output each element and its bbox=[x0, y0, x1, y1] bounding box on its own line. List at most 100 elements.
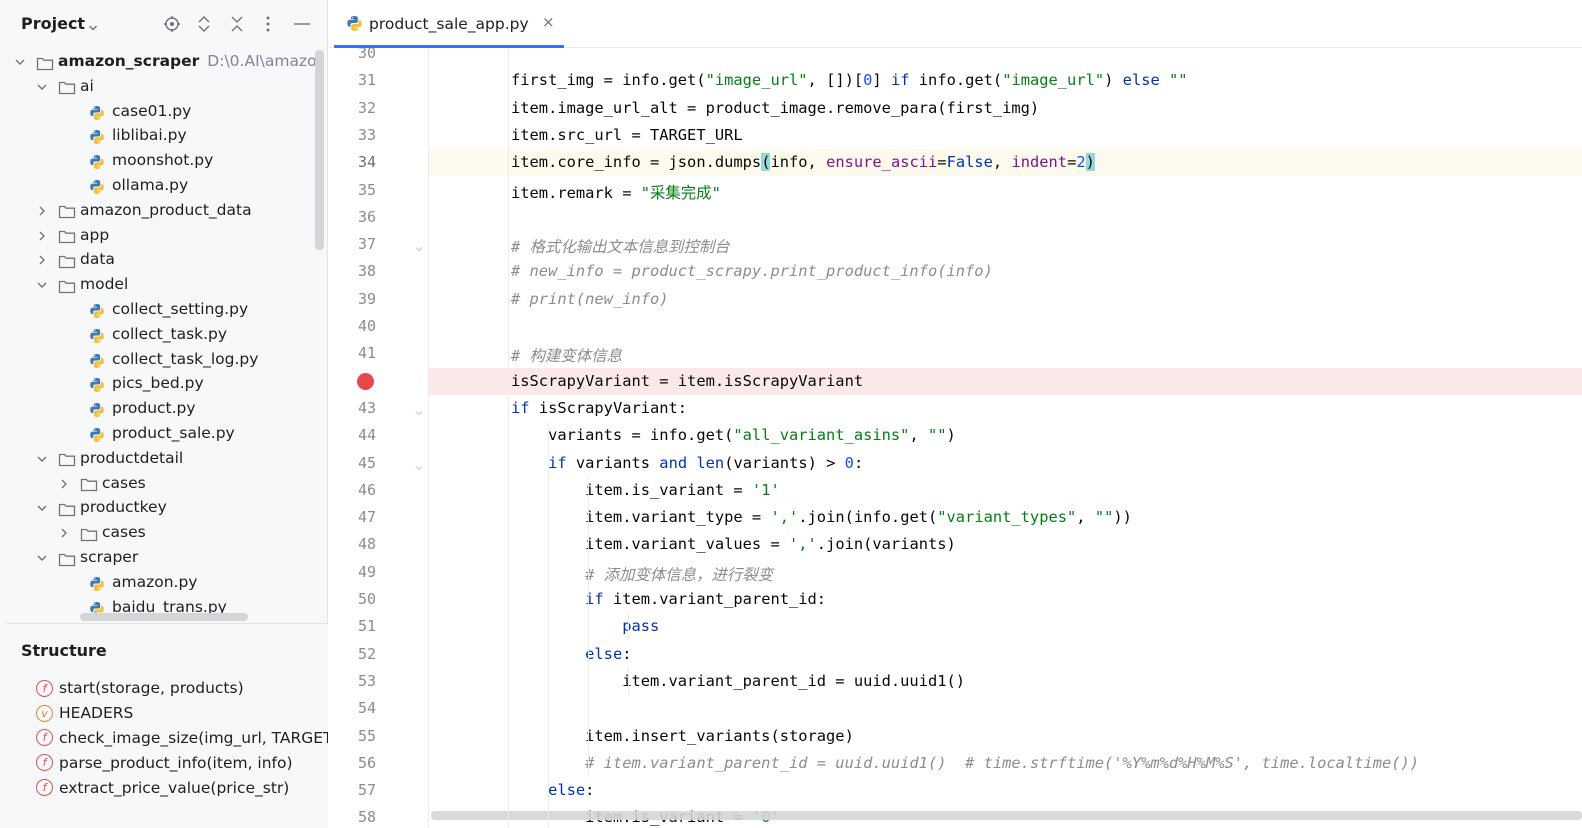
code-line[interactable]: 41 # 构建变体信息 bbox=[328, 340, 1582, 367]
tree-item-label: productdetail bbox=[80, 448, 184, 467]
code-token: "image_url" bbox=[1002, 71, 1105, 90]
code-line[interactable]: 39 # print(new_info) bbox=[328, 286, 1582, 313]
code-token: else bbox=[548, 781, 586, 800]
fold-chevron-icon[interactable] bbox=[414, 404, 424, 416]
code-token: ',' bbox=[770, 508, 799, 527]
code-line[interactable]: 51 pass bbox=[328, 613, 1582, 640]
code-line[interactable]: 34 item.core_info = json.dumps(info, ensu… bbox=[328, 149, 1582, 177]
tab-product-sale-app[interactable]: product_sale_app.py × bbox=[334, 0, 564, 48]
code-line[interactable]: 40 bbox=[328, 313, 1582, 340]
code-line[interactable]: 46 item.is_variant = '1' bbox=[328, 477, 1582, 504]
tree-file[interactable]: case01.py bbox=[6, 100, 322, 125]
tree-folder[interactable]: productkey bbox=[6, 496, 322, 521]
code-line[interactable]: 47 item.variant_type = ','.join(info.get… bbox=[328, 504, 1582, 531]
tree-folder[interactable]: scraper bbox=[6, 546, 322, 571]
tree-folder[interactable]: cases bbox=[6, 521, 322, 546]
tree-folder[interactable]: model bbox=[6, 273, 322, 298]
tree-item-label: liblibai.py bbox=[112, 126, 187, 145]
chevron-down-icon[interactable] bbox=[36, 81, 48, 93]
code-line[interactable]: 30 bbox=[328, 48, 1582, 67]
tree-vertical-scrollbar[interactable] bbox=[315, 50, 324, 250]
tree-file[interactable]: liblibai.py bbox=[6, 124, 322, 149]
tree-folder[interactable]: app bbox=[6, 224, 322, 249]
tree-file[interactable]: pics_bed.py bbox=[6, 372, 322, 397]
project-panel-title[interactable]: Project bbox=[21, 14, 85, 33]
code-line[interactable]: 49 # 添加变体信息，进行裂变 bbox=[328, 559, 1582, 586]
code-token: '1' bbox=[751, 480, 780, 499]
code-text: if isScrapyVariant: bbox=[511, 399, 687, 417]
tree-file[interactable]: collect_task.py bbox=[6, 323, 322, 348]
function-icon: f bbox=[36, 754, 53, 772]
chevron-down-icon[interactable] bbox=[36, 453, 48, 465]
collapse-all-icon[interactable] bbox=[227, 14, 247, 34]
chevron-down-icon[interactable] bbox=[36, 502, 48, 514]
tree-item-label: ai bbox=[80, 76, 94, 95]
minimize-icon[interactable] bbox=[292, 14, 312, 34]
tree-file[interactable]: amazon.py bbox=[6, 571, 322, 596]
expand-all-icon[interactable] bbox=[194, 14, 214, 34]
code-token: # item.variant_parent_id = uuid.uuid1() … bbox=[511, 753, 1420, 772]
code-line[interactable]: 32 item.image_url_alt = product_image.rem… bbox=[328, 95, 1582, 122]
code-line[interactable]: 44 variants = info.get("all_variant_asin… bbox=[328, 422, 1582, 449]
structure-item[interactable]: f check_image_size(img_url, TARGET bbox=[36, 726, 328, 751]
code-token: ) bbox=[1085, 153, 1095, 172]
tree-file[interactable]: product.py bbox=[6, 397, 322, 422]
structure-item-label: parse_product_info(item, info) bbox=[59, 753, 293, 772]
code-line[interactable]: 56 # item.variant_parent_id = uuid.uuid1… bbox=[328, 750, 1582, 777]
code-line[interactable]: 54 bbox=[328, 695, 1582, 722]
chevron-down-icon[interactable] bbox=[88, 18, 98, 37]
line-number: 56 bbox=[357, 753, 376, 772]
code-line[interactable]: 36 bbox=[328, 204, 1582, 231]
structure-item[interactable]: f start(storage, products) bbox=[36, 676, 328, 701]
chevron-down-icon[interactable] bbox=[36, 279, 48, 291]
chevron-down-icon[interactable] bbox=[36, 552, 48, 564]
locate-icon[interactable] bbox=[162, 14, 182, 34]
code-line[interactable]: 42isScrapyVariant = item.isScrapyVariant bbox=[328, 367, 1582, 395]
code-line[interactable]: 53 item.variant_parent_id = uuid.uuid1() bbox=[328, 668, 1582, 695]
structure-item[interactable]: f extract_price_value(price_str) bbox=[36, 775, 328, 800]
structure-item[interactable]: v HEADERS bbox=[36, 701, 328, 726]
code-line[interactable]: 57 else: bbox=[328, 777, 1582, 804]
tree-folder[interactable]: productdetail bbox=[6, 447, 322, 472]
tree-file[interactable]: collect_setting.py bbox=[6, 298, 322, 323]
tree-file[interactable]: collect_task_log.py bbox=[6, 348, 322, 373]
chevron-right-icon[interactable] bbox=[58, 527, 70, 539]
structure-panel-title[interactable]: Structure bbox=[21, 641, 107, 660]
code-line[interactable]: 33 item.src_url = TARGET_URL bbox=[328, 122, 1582, 149]
code-line[interactable]: 45 if variants and len(variants) > 0: bbox=[328, 450, 1582, 477]
code-line[interactable]: 35 item.remark = "采集完成" bbox=[328, 177, 1582, 204]
chevron-right-icon[interactable] bbox=[36, 230, 48, 242]
code-token: ] bbox=[872, 71, 891, 90]
code-line[interactable]: 52 else: bbox=[328, 641, 1582, 668]
chevron-right-icon[interactable] bbox=[36, 205, 48, 217]
code-token: , bbox=[1076, 508, 1095, 527]
tree-folder[interactable]: cases bbox=[6, 472, 322, 497]
code-line[interactable]: 31 first_img = info.get("image_url", [])[… bbox=[328, 67, 1582, 94]
fold-chevron-icon[interactable] bbox=[414, 459, 424, 470]
fold-chevron-icon[interactable] bbox=[414, 240, 424, 252]
tree-horizontal-scrollbar[interactable] bbox=[80, 613, 248, 621]
tree-file[interactable]: moonshot.py bbox=[6, 149, 322, 174]
tree-folder[interactable]: ai bbox=[6, 75, 322, 100]
chevron-down-icon[interactable] bbox=[14, 56, 26, 68]
more-options-icon[interactable] bbox=[258, 14, 278, 34]
chevron-right-icon[interactable] bbox=[36, 254, 48, 266]
tree-folder[interactable]: amazon_product_data bbox=[6, 199, 322, 224]
structure-item[interactable]: f parse_product_info(item, info) bbox=[36, 750, 328, 775]
close-icon[interactable]: × bbox=[542, 13, 555, 31]
editor-horizontal-scrollbar[interactable] bbox=[431, 811, 1582, 820]
code-line[interactable]: 55 item.insert_variants(storage) bbox=[328, 723, 1582, 750]
code-line[interactable]: 37 # 格式化输出文本信息到控制台 bbox=[328, 231, 1582, 258]
tree-folder[interactable]: amazon_scraper D:\0.AI\amazon_ bbox=[6, 50, 322, 75]
code-editor[interactable]: 30 31 first_img = info.get("image_url", []… bbox=[328, 48, 1582, 828]
code-line[interactable]: 43 if isScrapyVariant: bbox=[328, 395, 1582, 422]
code-line[interactable]: 50 if item.variant_parent_id: bbox=[328, 586, 1582, 613]
code-line[interactable]: 48 item.variant_values = ','.join(varian… bbox=[328, 531, 1582, 558]
chevron-right-icon[interactable] bbox=[58, 478, 70, 490]
tree-file[interactable]: product_sale.py bbox=[6, 422, 322, 447]
tree-file[interactable]: ollama.py bbox=[6, 174, 322, 199]
indent-guide bbox=[628, 613, 629, 641]
code-line[interactable]: 38 # new_info = product_scrapy.print_prod… bbox=[328, 258, 1582, 285]
tree-folder[interactable]: data bbox=[6, 248, 322, 273]
breakpoint-icon[interactable] bbox=[357, 372, 374, 390]
